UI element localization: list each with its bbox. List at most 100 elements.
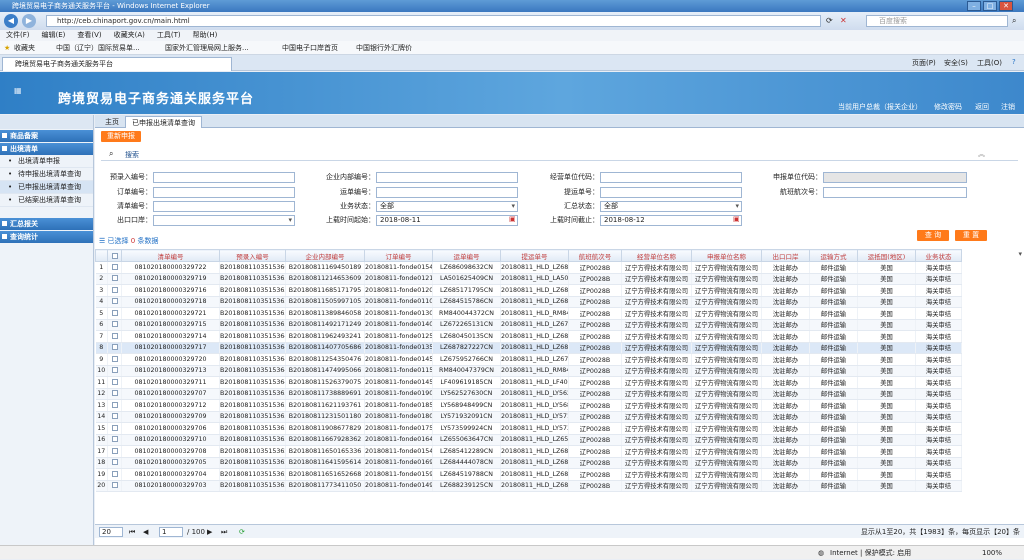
menu-edit[interactable]: 编辑(E) — [42, 31, 66, 39]
checkbox-cell[interactable] — [108, 400, 122, 412]
row-checkbox[interactable] — [112, 275, 118, 281]
pre-entry-link[interactable]: B20180811035153635 — [220, 400, 286, 412]
waybill-no-input[interactable] — [376, 187, 518, 198]
row-checkbox[interactable] — [112, 356, 118, 362]
table-row[interactable]: 20081020180000329703B20180811035153623B2… — [96, 480, 1024, 492]
column-header[interactable]: 运单编号 — [433, 250, 501, 262]
ie-page-menu[interactable]: 页面(P) — [912, 58, 936, 68]
row-checkbox[interactable] — [112, 344, 118, 350]
search-input[interactable]: 百度搜索 — [866, 15, 1008, 27]
row-checkbox[interactable] — [112, 482, 118, 488]
page-size-select[interactable]: 20 — [99, 527, 123, 537]
pre-entry-link[interactable]: B20180811035153641 — [220, 377, 286, 389]
row-checkbox[interactable] — [112, 321, 118, 327]
table-row[interactable]: 6081020180000329715B20180811035153651B20… — [96, 319, 1024, 331]
table-row[interactable]: 10081020180000329713B20180811035153643B2… — [96, 365, 1024, 377]
query-button[interactable]: 查 询 — [917, 230, 949, 241]
favorite-link[interactable]: 中国银行外汇牌价 — [356, 41, 412, 55]
collapse-icon[interactable]: ︽ — [978, 149, 985, 159]
pre-entry-link[interactable]: B20180811035153649 — [220, 331, 286, 343]
pre-entry-no-input[interactable] — [153, 172, 295, 183]
checkbox-cell[interactable] — [108, 411, 122, 423]
favorite-link[interactable]: 国家外汇管理局网上服务... — [165, 41, 249, 55]
column-header[interactable]: 订单编号 — [365, 250, 433, 262]
last-page-icon[interactable]: ⏭ — [221, 525, 227, 539]
row-checkbox[interactable] — [112, 390, 118, 396]
minimize-button[interactable]: – — [967, 1, 981, 11]
table-row[interactable]: 15081020180000329706B20180811035153633B2… — [96, 423, 1024, 435]
sidebar-section-product[interactable]: 商品备案 — [0, 130, 93, 142]
checkbox-cell[interactable] — [108, 296, 122, 308]
row-checkbox[interactable] — [112, 436, 118, 442]
pre-entry-link[interactable]: B20180811035153657 — [220, 285, 286, 297]
pre-entry-link[interactable]: B20180811035153653 — [220, 308, 286, 320]
row-checkbox[interactable] — [112, 367, 118, 373]
pre-entry-link[interactable]: B20180811035153647 — [220, 342, 286, 354]
select-all-checkbox[interactable] — [112, 253, 118, 259]
list-no-input[interactable] — [153, 201, 295, 212]
column-header[interactable]: 申报单位名称 — [692, 250, 762, 262]
operator-code-input[interactable] — [600, 172, 742, 183]
table-row[interactable]: 5081020180000329721B20180811035153653B20… — [96, 308, 1024, 320]
stop-icon[interactable]: ✕ — [840, 16, 847, 25]
change-password-link[interactable]: 修改密码 — [934, 100, 962, 114]
ie-safety-menu[interactable]: 安全(S) — [944, 58, 968, 68]
table-row[interactable]: 11081020180000329711B20180811035153641B2… — [96, 377, 1024, 389]
ie-tools-menu[interactable]: 工具(O) — [977, 58, 1002, 68]
pre-entry-link[interactable]: B20180811035153637 — [220, 411, 286, 423]
checkbox-cell[interactable] — [108, 365, 122, 377]
table-row[interactable]: 17081020180000329708B20180811035153629B2… — [96, 446, 1024, 458]
row-checkbox[interactable] — [112, 471, 118, 477]
upload-end-input[interactable]: 2018-08-12 — [600, 215, 742, 226]
calendar-icon[interactable]: ▣ — [509, 215, 516, 223]
table-row[interactable]: 18081020180000329705B20180811035153627B2… — [96, 457, 1024, 469]
column-header[interactable]: 预录入编号 — [220, 250, 286, 262]
favorites-button[interactable]: 收藏夹 — [14, 41, 35, 55]
row-checkbox[interactable] — [112, 333, 118, 339]
logout-link[interactable]: 注销 — [1001, 100, 1015, 114]
menu-file[interactable]: 文件(F) — [6, 31, 30, 39]
row-checkbox[interactable] — [112, 402, 118, 408]
row-checkbox[interactable] — [112, 425, 118, 431]
page-input[interactable]: 1 — [159, 527, 183, 537]
pre-entry-link[interactable]: B20180811035153643 — [220, 365, 286, 377]
table-row[interactable]: 7081020180000329714B20180811035153649B20… — [96, 331, 1024, 343]
first-page-icon[interactable]: ⏮ — [129, 525, 135, 539]
checkbox-cell[interactable] — [108, 331, 122, 343]
pre-entry-link[interactable]: B20180811035153633 — [220, 423, 286, 435]
next-page-icon[interactable]: ▶ — [207, 525, 212, 539]
checkbox-cell[interactable] — [108, 446, 122, 458]
column-header[interactable]: 提运单号 — [501, 250, 569, 262]
pre-entry-link[interactable]: B20180811035153627 — [220, 457, 286, 469]
voyage-no-input[interactable] — [823, 187, 967, 198]
zoom-level[interactable]: 100% — [982, 546, 1002, 560]
column-header[interactable] — [96, 250, 108, 262]
row-checkbox[interactable] — [112, 448, 118, 454]
reset-button[interactable]: 重 置 — [955, 230, 987, 241]
table-row[interactable]: 14081020180000329709B20180811035153637B2… — [96, 411, 1024, 423]
table-row[interactable]: 19081020180000329704B20180811035153625B2… — [96, 469, 1024, 481]
menu-help[interactable]: 帮助(H) — [193, 31, 218, 39]
pre-entry-link[interactable]: B20180811035153651 — [220, 319, 286, 331]
favorite-link[interactable]: 中国（辽宁）国际贸易单... — [56, 41, 140, 55]
row-checkbox[interactable] — [112, 287, 118, 293]
tab-home[interactable]: 主页 — [99, 116, 125, 128]
pre-entry-link[interactable]: B20180811035153629 — [220, 446, 286, 458]
favorite-link[interactable]: 中国电子口岸首页 — [282, 41, 338, 55]
checkbox-cell[interactable] — [108, 319, 122, 331]
column-header[interactable]: 运输方式 — [810, 250, 858, 262]
pre-entry-link[interactable]: B20180811035153623 — [220, 480, 286, 492]
pre-entry-link[interactable]: B20180811035153655 — [220, 296, 286, 308]
order-no-input[interactable] — [153, 187, 295, 198]
menu-favorites[interactable]: 收藏夹(A) — [114, 31, 145, 39]
checkbox-cell[interactable] — [108, 342, 122, 354]
menu-view[interactable]: 查看(V) — [77, 31, 101, 39]
back-icon[interactable]: ◀ — [4, 14, 18, 28]
checkbox-cell[interactable] — [108, 388, 122, 400]
prev-page-icon[interactable]: ◀ — [143, 525, 148, 539]
enterprise-no-input[interactable] — [376, 172, 518, 183]
row-checkbox[interactable] — [112, 298, 118, 304]
row-checkbox[interactable] — [112, 413, 118, 419]
summary-status-select[interactable]: 全部 — [600, 201, 742, 212]
table-row[interactable]: 3081020180000329716B20180811035153657B20… — [96, 285, 1024, 297]
